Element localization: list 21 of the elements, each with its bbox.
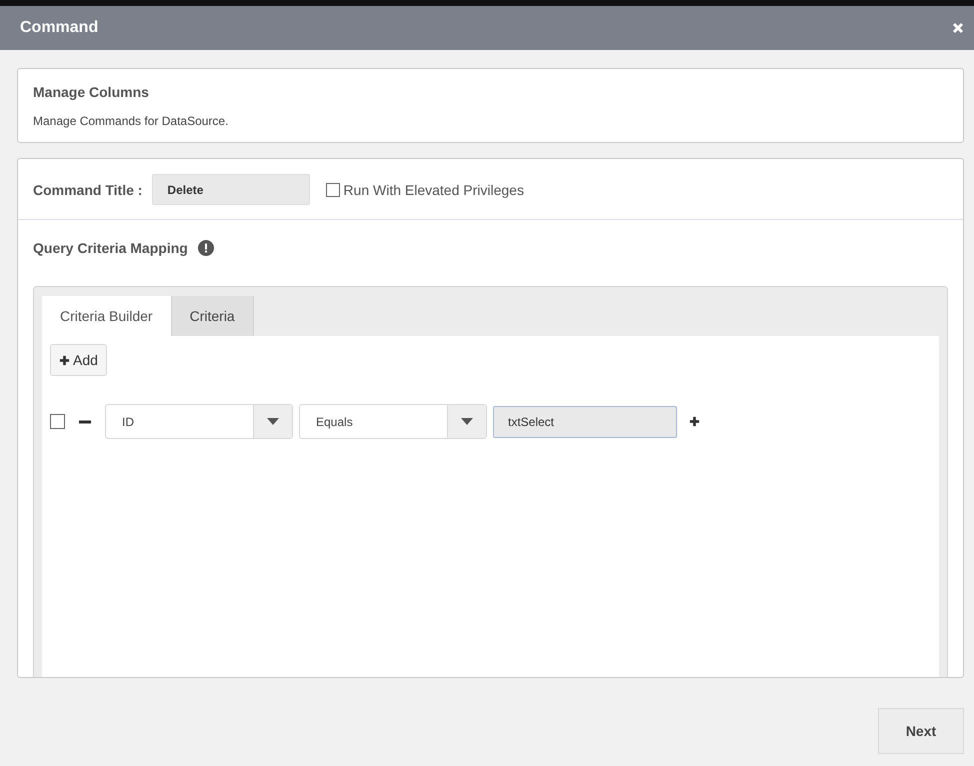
operator-dropdown[interactable]: Equals: [299, 404, 487, 439]
plus-icon: [689, 416, 700, 427]
command-title-label: Command Title :: [33, 182, 142, 198]
tab[interactable]: Criteria: [172, 296, 254, 336]
next-button[interactable]: Next: [878, 708, 964, 754]
card-description: Manage Commands for DataSource.: [33, 114, 228, 128]
plus-icon: [59, 354, 70, 366]
add-button[interactable]: Add: [50, 344, 107, 376]
value-field[interactable]: txtSelect: [493, 406, 677, 438]
elevated-privileges-checkbox[interactable]: Run With Elevated Privileges: [326, 182, 524, 198]
row-checkbox[interactable]: [50, 414, 65, 429]
window-title: Command: [20, 19, 98, 37]
card-title: Manage Columns: [33, 84, 149, 100]
caret-icon: [267, 418, 279, 425]
field-dropdown[interactable]: ID: [105, 404, 293, 439]
close-icon[interactable]: [952, 22, 964, 34]
command-title-field[interactable]: Delete: [152, 174, 310, 205]
info-icon: [198, 240, 214, 256]
tab[interactable]: Criteria Builder: [42, 296, 172, 336]
section-title: Query Criteria Mapping: [33, 240, 188, 256]
caret-icon: [461, 418, 473, 425]
